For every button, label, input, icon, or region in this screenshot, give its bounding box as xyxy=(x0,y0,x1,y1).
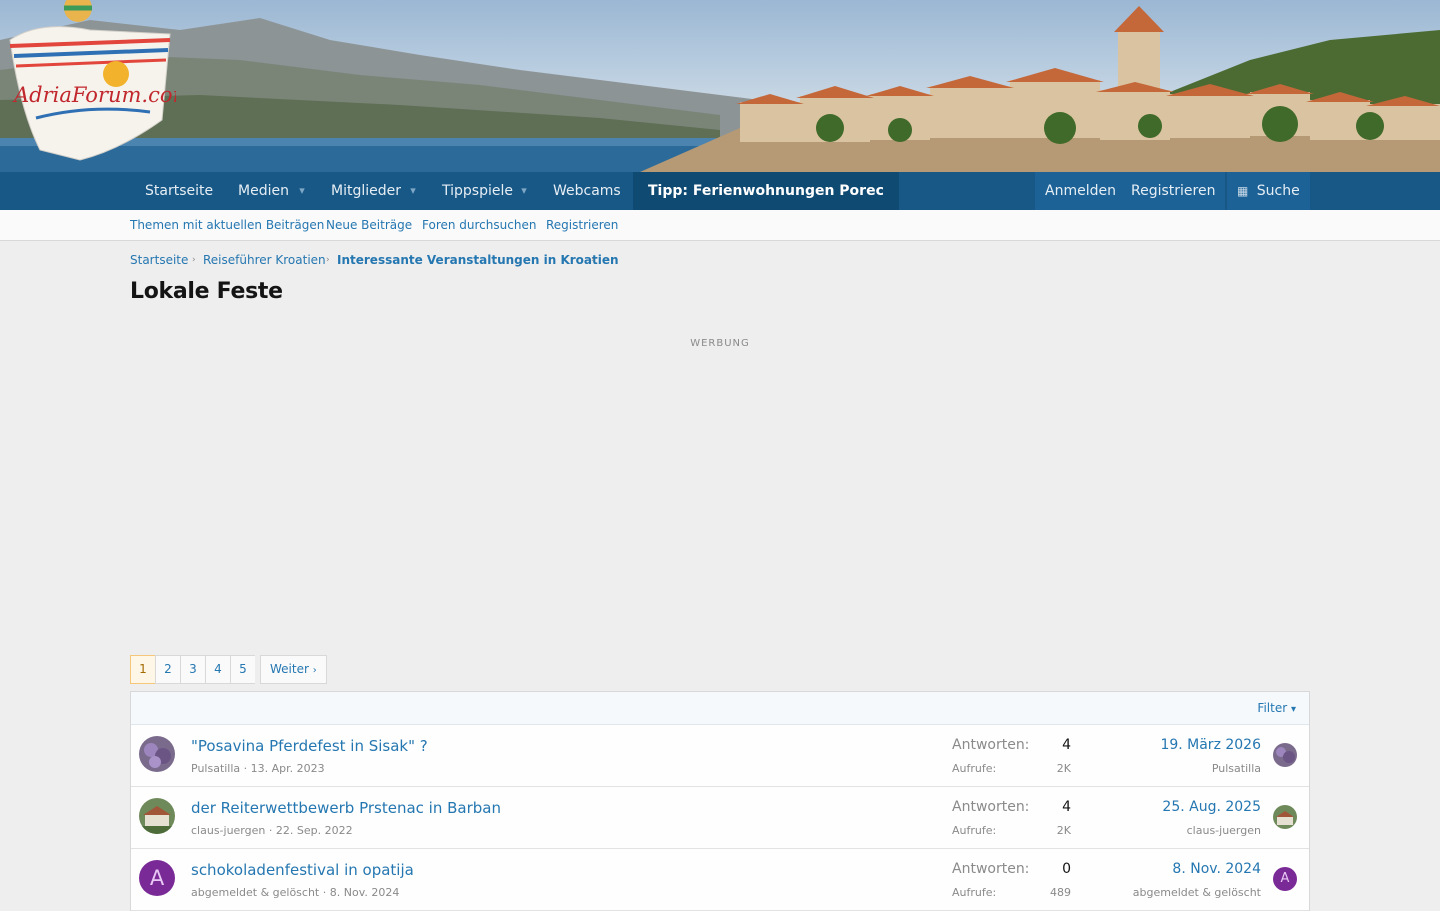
chevron-down-icon: ▾ xyxy=(1290,704,1296,715)
medien-dropdown-icon[interactable]: ▾ xyxy=(295,183,309,199)
nav-webcams[interactable]: Webcams xyxy=(553,172,621,210)
subnav-search-forums[interactable]: Foren durchsuchen xyxy=(422,218,536,232)
search-button[interactable]: ▦ Suche xyxy=(1227,172,1310,210)
page-link-4[interactable]: 4 xyxy=(205,655,230,684)
thread-meta: claus-juergen · 22. Sep. 2022 xyxy=(191,824,353,837)
subnav-recent-threads[interactable]: Themen mit aktuellen Beiträgen xyxy=(130,218,324,232)
nav-startseite[interactable]: Startseite xyxy=(145,172,213,210)
filter-label: Filter xyxy=(1257,701,1288,715)
breadcrumb-chevron-icon: › xyxy=(326,255,330,265)
mitglieder-dropdown-icon[interactable]: ▾ xyxy=(406,183,420,199)
replies-count: 0 xyxy=(1062,861,1071,877)
page-title: Lokale Feste xyxy=(130,279,283,304)
last-poster-avatar[interactable] xyxy=(1273,743,1297,767)
author-avatar[interactable] xyxy=(139,736,175,772)
adriaforum-logo[interactable]: AdriaForum.com xyxy=(0,0,176,164)
page-link-5[interactable]: 5 xyxy=(230,655,255,684)
author-avatar[interactable]: A xyxy=(139,860,175,896)
filter-button[interactable]: Filter ▾ xyxy=(1257,701,1296,715)
replies-count: 4 xyxy=(1062,737,1071,753)
tippspiele-dropdown-icon[interactable]: ▾ xyxy=(517,183,531,199)
last-poster-avatar[interactable]: A xyxy=(1273,867,1297,891)
filter-bar: Filter ▾ xyxy=(131,692,1309,725)
nav-mitglieder[interactable]: Mitglieder xyxy=(331,172,401,210)
logo-text: AdriaForum.com xyxy=(12,83,176,107)
page-link-1[interactable]: 1 xyxy=(130,655,155,684)
last-post-user-link[interactable]: Pulsatilla xyxy=(1212,762,1261,775)
thread-title-link[interactable]: schokoladenfestival in opatija xyxy=(191,861,414,879)
chevron-right-icon: › xyxy=(312,665,317,676)
views-count: 2K xyxy=(1056,824,1071,837)
header-landscape-image xyxy=(0,6,1440,172)
last-poster-avatar[interactable] xyxy=(1273,805,1297,829)
subnav-new-posts[interactable]: Neue Beiträge xyxy=(326,218,412,232)
pagination: 1 2 3 4 5 Weiter › xyxy=(130,655,327,684)
replies-label: Antworten: xyxy=(952,861,1030,877)
last-post-date-link[interactable]: 19. März 2026 xyxy=(1160,737,1261,753)
main-navigation: Startseite Medien ▾ Mitglieder ▾ Tippspi… xyxy=(0,172,1440,210)
search-icon: ▦ xyxy=(1237,184,1249,198)
nav-tip-ferienwohnungen[interactable]: Tipp: Ferienwohnungen Porec xyxy=(633,172,899,210)
breadcrumb-reisefuehrer[interactable]: Reiseführer Kroatien xyxy=(203,253,326,267)
search-label: Suche xyxy=(1256,183,1300,199)
subnav-register[interactable]: Registrieren xyxy=(546,218,618,232)
thread-author-link[interactable]: claus-juergen xyxy=(191,824,265,837)
views-label: Aufrufe: xyxy=(952,824,997,837)
thread-list: Filter ▾ "Posavina Pferdefest in Sisak" … xyxy=(130,691,1310,911)
nav-tippspiele[interactable]: Tippspiele xyxy=(442,172,513,210)
thread-row: "Posavina Pferdefest in Sisak" ? Pulsati… xyxy=(131,725,1309,787)
thread-author-link[interactable]: Pulsatilla xyxy=(191,762,240,775)
breadcrumb-veranstaltungen[interactable]: Interessante Veranstaltungen in Kroatien xyxy=(337,253,619,267)
ad-label: WERBUNG xyxy=(690,338,750,349)
thread-start-date[interactable]: 8. Nov. 2024 xyxy=(330,886,400,899)
breadcrumb-startseite[interactable]: Startseite xyxy=(130,253,188,267)
replies-label: Antworten: xyxy=(952,737,1030,753)
thread-row: der Reiterwettbewerb Prstenac in Barban … xyxy=(131,787,1309,849)
last-post-user-link[interactable]: abgemeldet & gelöscht xyxy=(1133,886,1261,899)
thread-start-date[interactable]: 13. Apr. 2023 xyxy=(251,762,325,775)
thread-meta: Pulsatilla · 13. Apr. 2023 xyxy=(191,762,325,775)
thread-title-link[interactable]: "Posavina Pferdefest in Sisak" ? xyxy=(191,737,428,755)
views-count: 489 xyxy=(1050,886,1071,899)
last-post-date-link[interactable]: 25. Aug. 2025 xyxy=(1162,799,1261,815)
thread-meta: abgemeldet & gelöscht · 8. Nov. 2024 xyxy=(191,886,400,899)
nav-medien[interactable]: Medien xyxy=(238,172,289,210)
next-page-button[interactable]: Weiter › xyxy=(260,655,327,684)
sub-navigation: Themen mit aktuellen Beiträgen Neue Beit… xyxy=(0,210,1440,241)
replies-label: Antworten: xyxy=(952,799,1030,815)
register-link[interactable]: Registrieren xyxy=(1121,172,1226,210)
views-label: Aufrufe: xyxy=(952,886,997,899)
thread-row: A schokoladenfestival in opatija abgemel… xyxy=(131,849,1309,911)
thread-author-link[interactable]: abgemeldet & gelöscht xyxy=(191,886,319,899)
page-link-3[interactable]: 3 xyxy=(180,655,205,684)
breadcrumb-chevron-icon: › xyxy=(591,255,595,265)
thread-title-link[interactable]: der Reiterwettbewerb Prstenac in Barban xyxy=(191,799,501,817)
last-post-date-link[interactable]: 8. Nov. 2024 xyxy=(1172,861,1261,877)
header-banner: AdriaForum.com xyxy=(0,0,1440,172)
next-page-label: Weiter xyxy=(270,662,309,676)
breadcrumb-chevron-icon: › xyxy=(192,255,196,265)
replies-count: 4 xyxy=(1062,799,1071,815)
page-link-2[interactable]: 2 xyxy=(155,655,180,684)
views-count: 2K xyxy=(1056,762,1071,775)
thread-start-date[interactable]: 22. Sep. 2022 xyxy=(276,824,353,837)
login-link[interactable]: Anmelden xyxy=(1035,172,1126,210)
views-label: Aufrufe: xyxy=(952,762,997,775)
author-avatar[interactable] xyxy=(139,798,175,834)
last-post-user-link[interactable]: claus-juergen xyxy=(1187,824,1261,837)
